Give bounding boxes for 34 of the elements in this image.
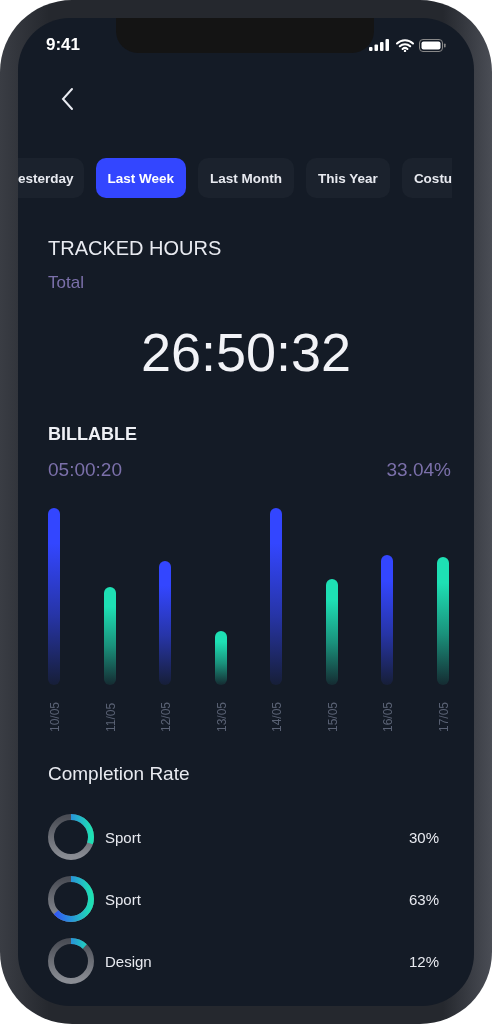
period-tab[interactable]: This Year [306, 158, 390, 198]
completion-percent: 12% [408, 952, 439, 970]
signal-icon [369, 39, 391, 51]
billable-time: 05:00:20 [48, 458, 122, 482]
period-tab[interactable]: Last Month [198, 158, 295, 198]
billable-title: BILLABLE [48, 423, 138, 446]
category-name: Design [105, 952, 153, 970]
date-label: 11/05 [104, 702, 118, 732]
period-tab[interactable]: esterday [18, 158, 84, 198]
period-tab[interactable]: Costu [401, 158, 453, 198]
completion-percent: 63% [408, 890, 439, 908]
category-name: Sport [105, 890, 142, 908]
date-label: 12/05 [159, 701, 173, 732]
period-tab[interactable]: Last Week [95, 158, 187, 198]
date-label: 16/05 [381, 701, 395, 732]
progress-ring [47, 813, 95, 861]
total-label: Total [48, 272, 85, 294]
date-label: 15/05 [326, 701, 340, 732]
total-time: 26:50:32 [139, 321, 353, 384]
wifi-icon [396, 38, 414, 52]
completion-title: Completion Rate [48, 762, 191, 786]
category-name: Sport [105, 828, 142, 846]
section-title: TRACKED HOURS [48, 236, 223, 260]
billable-percent: 33.04% [386, 458, 451, 482]
date-label: 10/05 [48, 701, 62, 732]
date-label: 17/05 [437, 701, 451, 732]
date-label: 13/05 [215, 701, 229, 732]
date-label: 14/05 [270, 701, 284, 732]
progress-ring [47, 875, 95, 923]
progress-ring [47, 937, 95, 985]
back-button[interactable] [60, 87, 74, 111]
battery-icon [419, 38, 446, 52]
completion-percent: 30% [408, 828, 439, 846]
status-time: 9:41 [46, 35, 81, 55]
